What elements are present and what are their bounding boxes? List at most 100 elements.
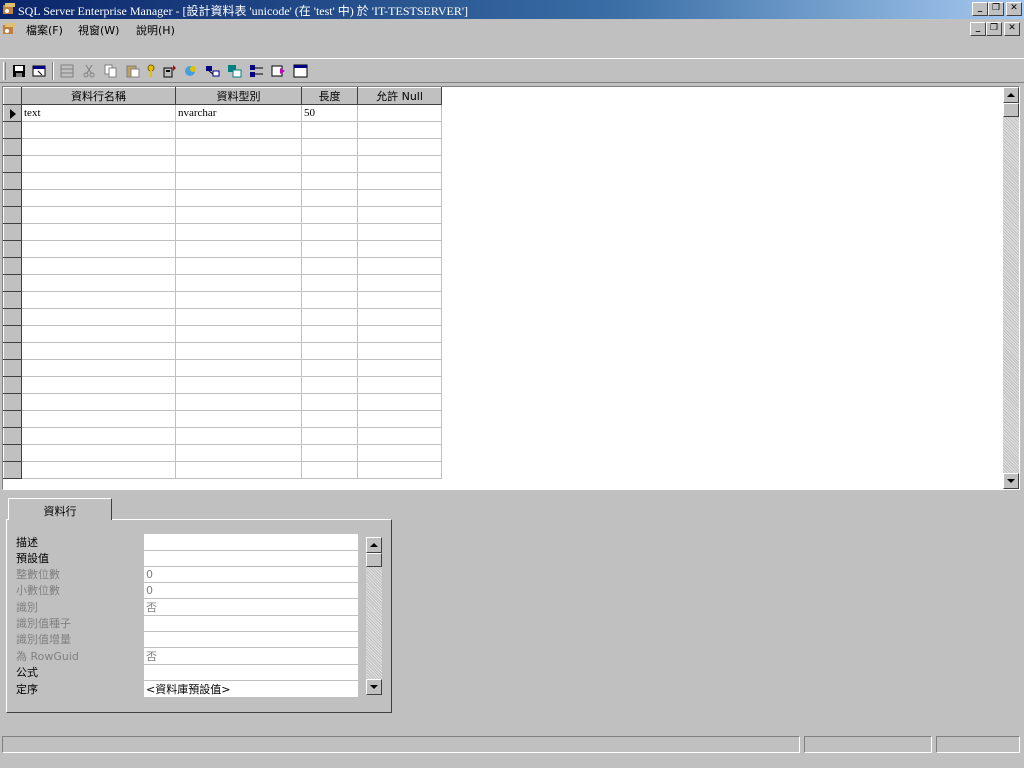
cell-allow-null[interactable] <box>357 206 442 224</box>
cell-allow-null[interactable] <box>357 240 442 258</box>
row-selector[interactable] <box>3 308 22 326</box>
row-selector[interactable] <box>3 393 22 411</box>
cell-allow-null[interactable] <box>357 155 442 173</box>
table-row[interactable] <box>3 410 442 428</box>
cell-length[interactable] <box>301 138 358 156</box>
cell-length[interactable] <box>301 172 358 190</box>
cell-data-type[interactable] <box>175 155 302 173</box>
cell-data-type[interactable] <box>175 308 302 326</box>
cell-allow-null[interactable] <box>357 410 442 428</box>
properties-scroll-down-button[interactable] <box>366 679 382 695</box>
row-selector[interactable] <box>3 444 22 462</box>
cell-allow-null[interactable] <box>357 376 442 394</box>
cell-allow-null[interactable] <box>357 138 442 156</box>
design-view-button[interactable] <box>292 62 310 80</box>
cell-data-type[interactable] <box>175 172 302 190</box>
cell-length[interactable] <box>301 461 358 479</box>
row-selector[interactable] <box>3 325 22 343</box>
cell-data-type[interactable] <box>175 376 302 394</box>
row-selector[interactable] <box>3 155 22 173</box>
manage-relationships-button[interactable] <box>204 62 222 80</box>
cell-column-name[interactable] <box>21 240 176 258</box>
cell-data-type[interactable] <box>175 274 302 292</box>
cell-length[interactable] <box>301 410 358 428</box>
cell-column-name[interactable] <box>21 138 176 156</box>
cell-length[interactable] <box>301 427 358 445</box>
cell-column-name[interactable] <box>21 257 176 275</box>
scroll-up-button[interactable] <box>1003 87 1019 103</box>
cell-allow-null[interactable] <box>357 393 442 411</box>
cell-allow-null[interactable] <box>357 223 442 241</box>
cell-length[interactable] <box>301 121 358 139</box>
row-selector[interactable] <box>3 223 22 241</box>
manage-triggers-button[interactable] <box>162 62 180 80</box>
cell-column-name[interactable] <box>21 444 176 462</box>
table-row[interactable] <box>3 121 442 139</box>
toolbar-grip[interactable] <box>3 62 6 80</box>
cell-data-type[interactable] <box>175 359 302 377</box>
cell-length[interactable] <box>301 444 358 462</box>
save-button[interactable] <box>10 62 28 80</box>
cell-column-name[interactable] <box>21 172 176 190</box>
table-row[interactable] <box>3 274 442 292</box>
row-selector[interactable] <box>3 461 22 479</box>
cell-column-name[interactable] <box>21 206 176 224</box>
cell-column-name[interactable] <box>21 461 176 479</box>
cell-data-type[interactable] <box>175 138 302 156</box>
column-header-length[interactable]: 長度 <box>301 87 358 105</box>
row-selector[interactable] <box>3 427 22 445</box>
cell-column-name[interactable] <box>21 427 176 445</box>
cell-column-name[interactable] <box>21 410 176 428</box>
cell-allow-null[interactable] <box>357 444 442 462</box>
close-button[interactable]: ✕ <box>1006 2 1022 16</box>
copy-button[interactable] <box>102 62 120 80</box>
cell-column-name[interactable] <box>21 223 176 241</box>
cell-allow-null[interactable] <box>357 308 442 326</box>
cell-allow-null[interactable] <box>357 342 442 360</box>
cell-data-type[interactable] <box>175 121 302 139</box>
cell-allow-null[interactable] <box>357 461 442 479</box>
table-row[interactable] <box>3 240 442 258</box>
table-row[interactable]: text nvarchar 50 <box>3 104 442 122</box>
cell-column-name[interactable] <box>21 325 176 343</box>
row-selector[interactable] <box>3 291 22 309</box>
insert-column-button[interactable] <box>58 62 76 80</box>
table-row[interactable] <box>3 291 442 309</box>
cell-column-name[interactable] <box>21 121 176 139</box>
row-selector[interactable] <box>3 104 22 122</box>
cell-length[interactable] <box>301 206 358 224</box>
properties-scrollbar[interactable] <box>366 537 382 695</box>
minimize-button[interactable]: _ <box>972 2 988 16</box>
cell-allow-null[interactable] <box>357 291 442 309</box>
cell-column-name[interactable] <box>21 308 176 326</box>
generate-script-button[interactable] <box>270 62 288 80</box>
cell-length[interactable] <box>301 342 358 360</box>
scroll-down-button[interactable] <box>1003 473 1019 489</box>
table-row[interactable] <box>3 223 442 241</box>
cell-length[interactable] <box>301 189 358 207</box>
primary-key-button[interactable] <box>142 62 160 80</box>
scroll-thumb[interactable] <box>1003 103 1019 117</box>
table-row[interactable] <box>3 138 442 156</box>
cell-column-name[interactable] <box>21 359 176 377</box>
paste-button[interactable] <box>124 62 142 80</box>
properties-scroll-thumb[interactable] <box>366 553 382 567</box>
row-selector[interactable] <box>3 138 22 156</box>
cell-length[interactable] <box>301 223 358 241</box>
cell-column-name[interactable] <box>21 376 176 394</box>
table-row[interactable] <box>3 359 442 377</box>
row-selector[interactable] <box>3 359 22 377</box>
cell-allow-null[interactable] <box>357 257 442 275</box>
grid-vertical-scrollbar[interactable] <box>1003 87 1019 489</box>
cell-data-type[interactable] <box>175 410 302 428</box>
table-row[interactable] <box>3 189 442 207</box>
menu-file[interactable]: 檔案(F) <box>26 22 63 38</box>
row-selector[interactable] <box>3 240 22 258</box>
tab-columns[interactable]: 資料行 <box>8 498 112 520</box>
property-value[interactable] <box>144 550 358 567</box>
cell-data-type[interactable] <box>175 427 302 445</box>
cell-column-name[interactable] <box>21 189 176 207</box>
cell-data-type[interactable] <box>175 342 302 360</box>
manage-indexes-button[interactable] <box>226 62 244 80</box>
cell-data-type[interactable] <box>175 461 302 479</box>
